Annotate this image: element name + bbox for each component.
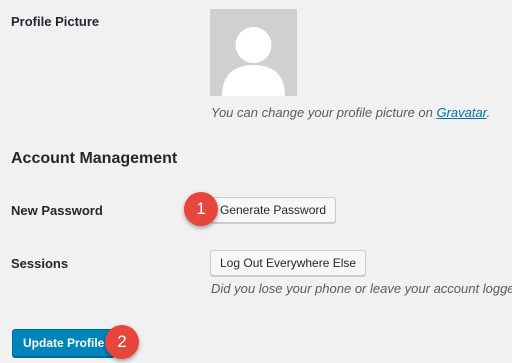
generate-password-button[interactable]: Generate Password [210, 197, 337, 223]
default-avatar-icon [210, 9, 297, 96]
step-marker-2: 2 [105, 325, 139, 359]
profile-picture-description-end: . [486, 105, 491, 120]
new-password-label: New Password [11, 203, 103, 218]
profile-picture-description: You can change your profile picture on G… [211, 105, 490, 120]
step-marker-1: 1 [184, 192, 218, 226]
update-profile-button[interactable]: Update Profile [12, 329, 116, 357]
section-heading-account-management: Account Management [11, 150, 178, 167]
sessions-description: Did you lose your phone or leave your ac… [211, 281, 512, 296]
profile-picture-label: Profile Picture [11, 14, 100, 29]
gravatar-link[interactable]: Gravatar [436, 105, 486, 120]
sessions-label: Sessions [11, 256, 69, 271]
profile-picture-description-text: You can change your profile picture on [211, 105, 437, 120]
avatar [210, 9, 297, 96]
log-out-everywhere-button[interactable]: Log Out Everywhere Else [210, 250, 367, 276]
